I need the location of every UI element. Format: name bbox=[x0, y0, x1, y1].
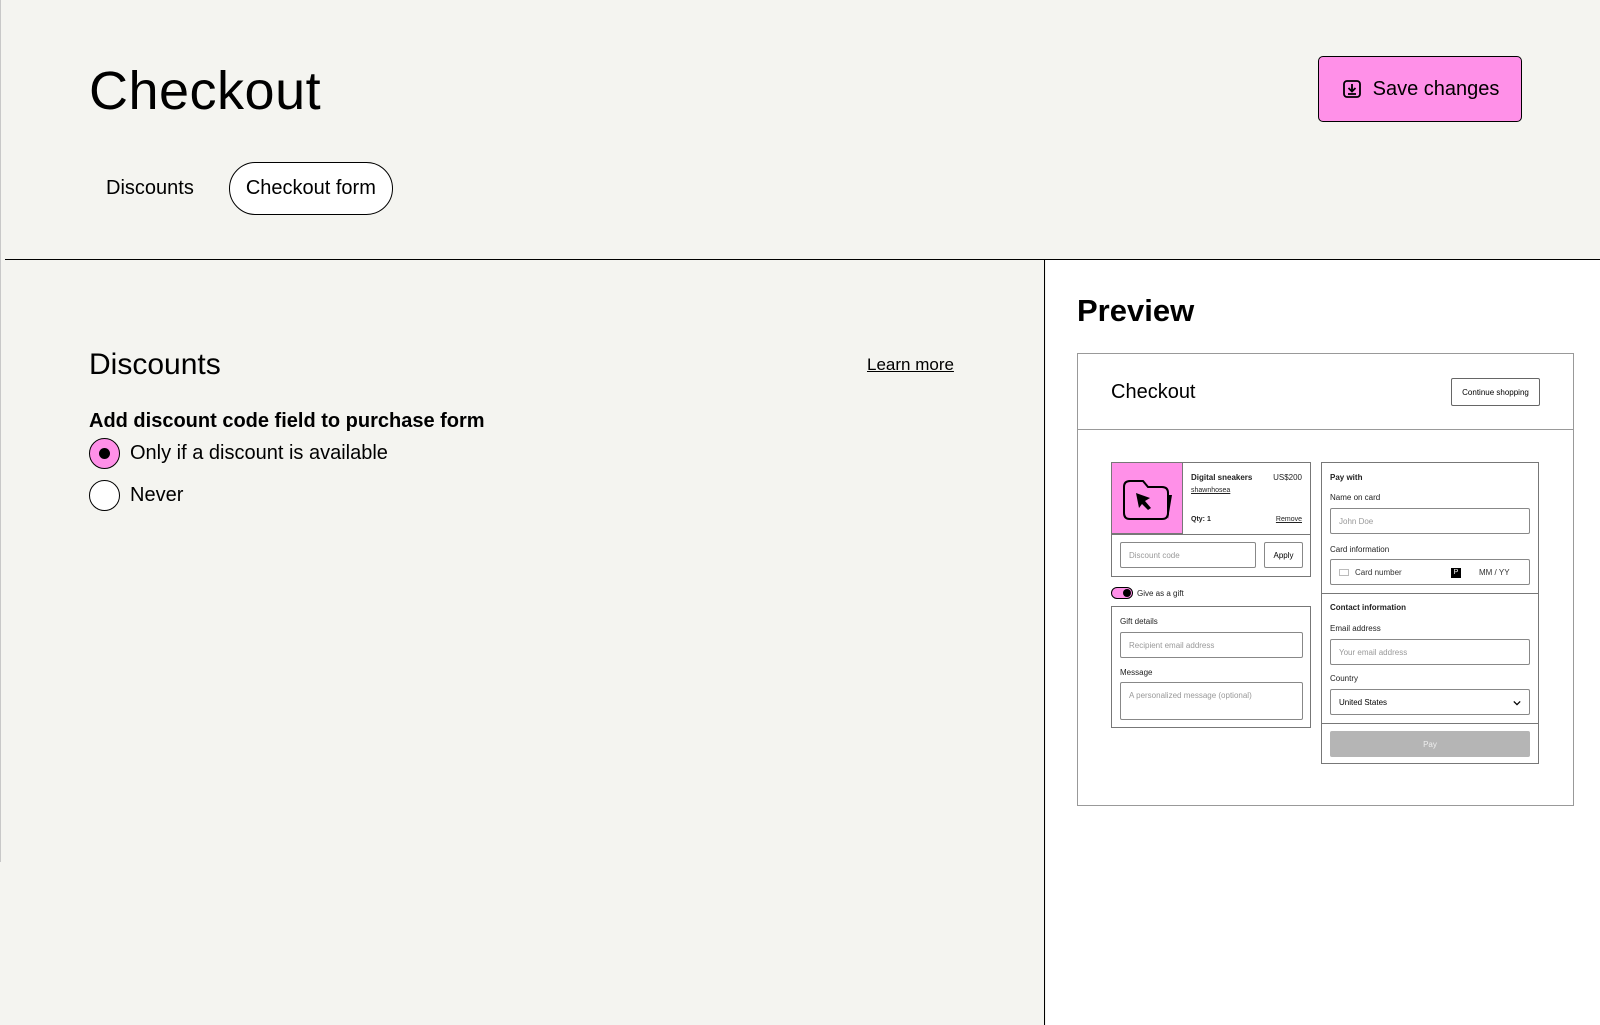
gift-details-card: Gift details Recipient email address Mes… bbox=[1111, 606, 1311, 728]
pay-with-label: Pay with bbox=[1330, 473, 1363, 482]
email-label: Email address bbox=[1330, 624, 1381, 633]
radio-label: Never bbox=[130, 484, 184, 506]
gift-toggle-label: Give as a gift bbox=[1137, 589, 1184, 598]
product-name: Digital sneakers bbox=[1191, 473, 1253, 482]
divider bbox=[1112, 534, 1310, 535]
pay-button: Pay bbox=[1330, 731, 1530, 757]
checkout-preview: Checkout Continue shopping Digital sneak… bbox=[1077, 353, 1574, 806]
page-title: Checkout bbox=[89, 61, 322, 121]
product-price: US$200 bbox=[1273, 473, 1302, 482]
window-edge bbox=[0, 0, 1, 862]
save-changes-label: Save changes bbox=[1372, 77, 1500, 100]
card-brand-badge: P bbox=[1451, 568, 1461, 578]
country-select: United States bbox=[1330, 689, 1530, 715]
product-qty: Qty: 1 bbox=[1191, 516, 1211, 523]
country-label: Country bbox=[1330, 674, 1359, 683]
discount-code-input: Discount code bbox=[1120, 542, 1256, 568]
product-thumbnail bbox=[1112, 463, 1183, 534]
radio-option-never[interactable]: Never bbox=[89, 480, 183, 511]
preview-checkout-title: Checkout bbox=[1111, 381, 1196, 403]
preview-panel: Preview Checkout Continue shopping Digit… bbox=[1046, 260, 1600, 1025]
message-textarea: A personalized message (optional) bbox=[1120, 682, 1303, 720]
radio-option-available[interactable]: Only if a discount is available bbox=[89, 438, 388, 469]
product-seller: shawnhosea bbox=[1191, 487, 1231, 494]
product-card: Digital sneakers US$200 shawnhosea Qty: … bbox=[1111, 462, 1311, 577]
divider bbox=[1322, 723, 1538, 724]
learn-more-link[interactable]: Learn more bbox=[867, 355, 954, 375]
toggle-knob bbox=[1123, 589, 1131, 597]
apply-button: Apply bbox=[1264, 542, 1303, 568]
tabs: Discounts Checkout form bbox=[89, 162, 393, 215]
section-title: Discounts bbox=[89, 348, 221, 381]
tab-discounts[interactable]: Discounts bbox=[89, 162, 211, 215]
continue-shopping-button: Continue shopping bbox=[1451, 378, 1540, 406]
chevron-down-icon bbox=[1513, 700, 1521, 706]
preview-title: Preview bbox=[1077, 293, 1195, 328]
email-input: Your email address bbox=[1330, 639, 1530, 665]
card-number-placeholder: Card number bbox=[1355, 567, 1402, 577]
page-header: Checkout Save changes Discounts Checkout… bbox=[5, 0, 1600, 260]
card-icon bbox=[1339, 568, 1349, 576]
save-icon bbox=[1342, 80, 1361, 98]
divider bbox=[1322, 593, 1538, 594]
recipient-email-input: Recipient email address bbox=[1120, 632, 1303, 658]
name-on-card-input: John Doe bbox=[1330, 508, 1530, 534]
folder-cursor-icon bbox=[1123, 480, 1172, 520]
preview-header: Checkout Continue shopping bbox=[1078, 354, 1573, 430]
card-info-label: Card information bbox=[1330, 545, 1390, 554]
save-changes-button[interactable]: Save changes bbox=[1318, 56, 1522, 122]
gift-toggle bbox=[1111, 587, 1133, 599]
settings-panel: Discounts Learn more Add discount code f… bbox=[5, 260, 1045, 1025]
message-label: Message bbox=[1120, 668, 1153, 677]
product-remove: Remove bbox=[1275, 516, 1302, 523]
discount-field-label: Add discount code field to purchase form bbox=[89, 410, 485, 432]
contact-info-label: Contact information bbox=[1330, 603, 1406, 612]
radio-button[interactable] bbox=[89, 480, 120, 511]
radio-button[interactable] bbox=[89, 438, 120, 469]
radio-label: Only if a discount is available bbox=[130, 442, 388, 464]
country-value: United States bbox=[1339, 697, 1388, 707]
name-on-card-label: Name on card bbox=[1330, 493, 1381, 502]
payment-card: Pay with Name on card John Doe Card info… bbox=[1321, 462, 1539, 764]
expiry-placeholder: MM / YY bbox=[1479, 567, 1510, 577]
gift-details-label: Gift details bbox=[1120, 617, 1158, 626]
tab-checkout-form[interactable]: Checkout form bbox=[228, 162, 393, 215]
card-info-input: Card number P MM / YY bbox=[1330, 559, 1530, 585]
